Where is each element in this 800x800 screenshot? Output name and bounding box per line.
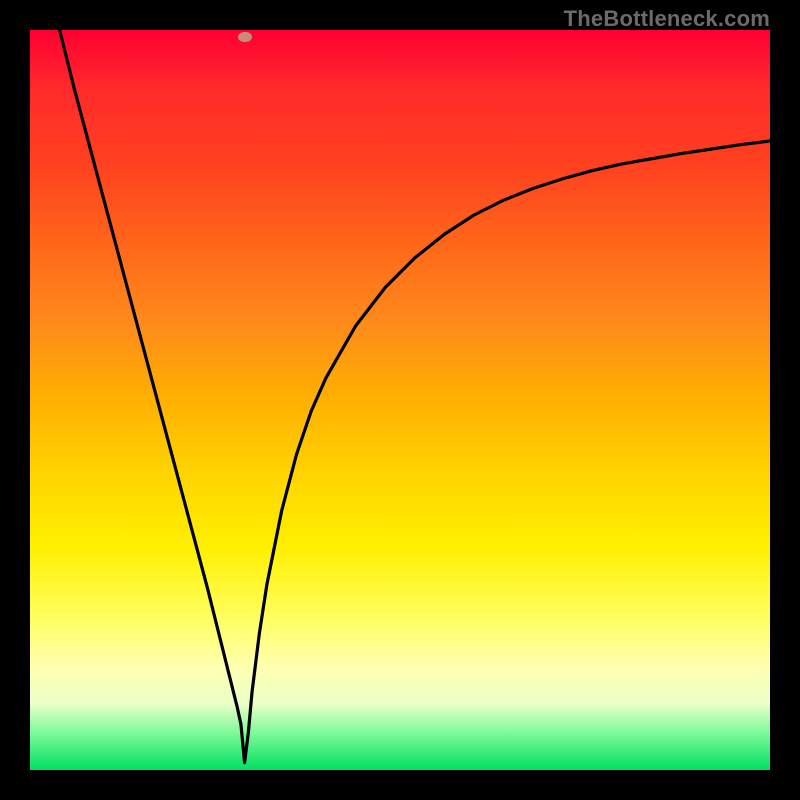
watermark: TheBottleneck.com [564, 6, 770, 32]
chart-container: TheBottleneck.com [0, 0, 800, 800]
optimal-point-marker [238, 32, 252, 42]
bottleneck-curve [30, 30, 770, 770]
plot-area [30, 30, 770, 770]
